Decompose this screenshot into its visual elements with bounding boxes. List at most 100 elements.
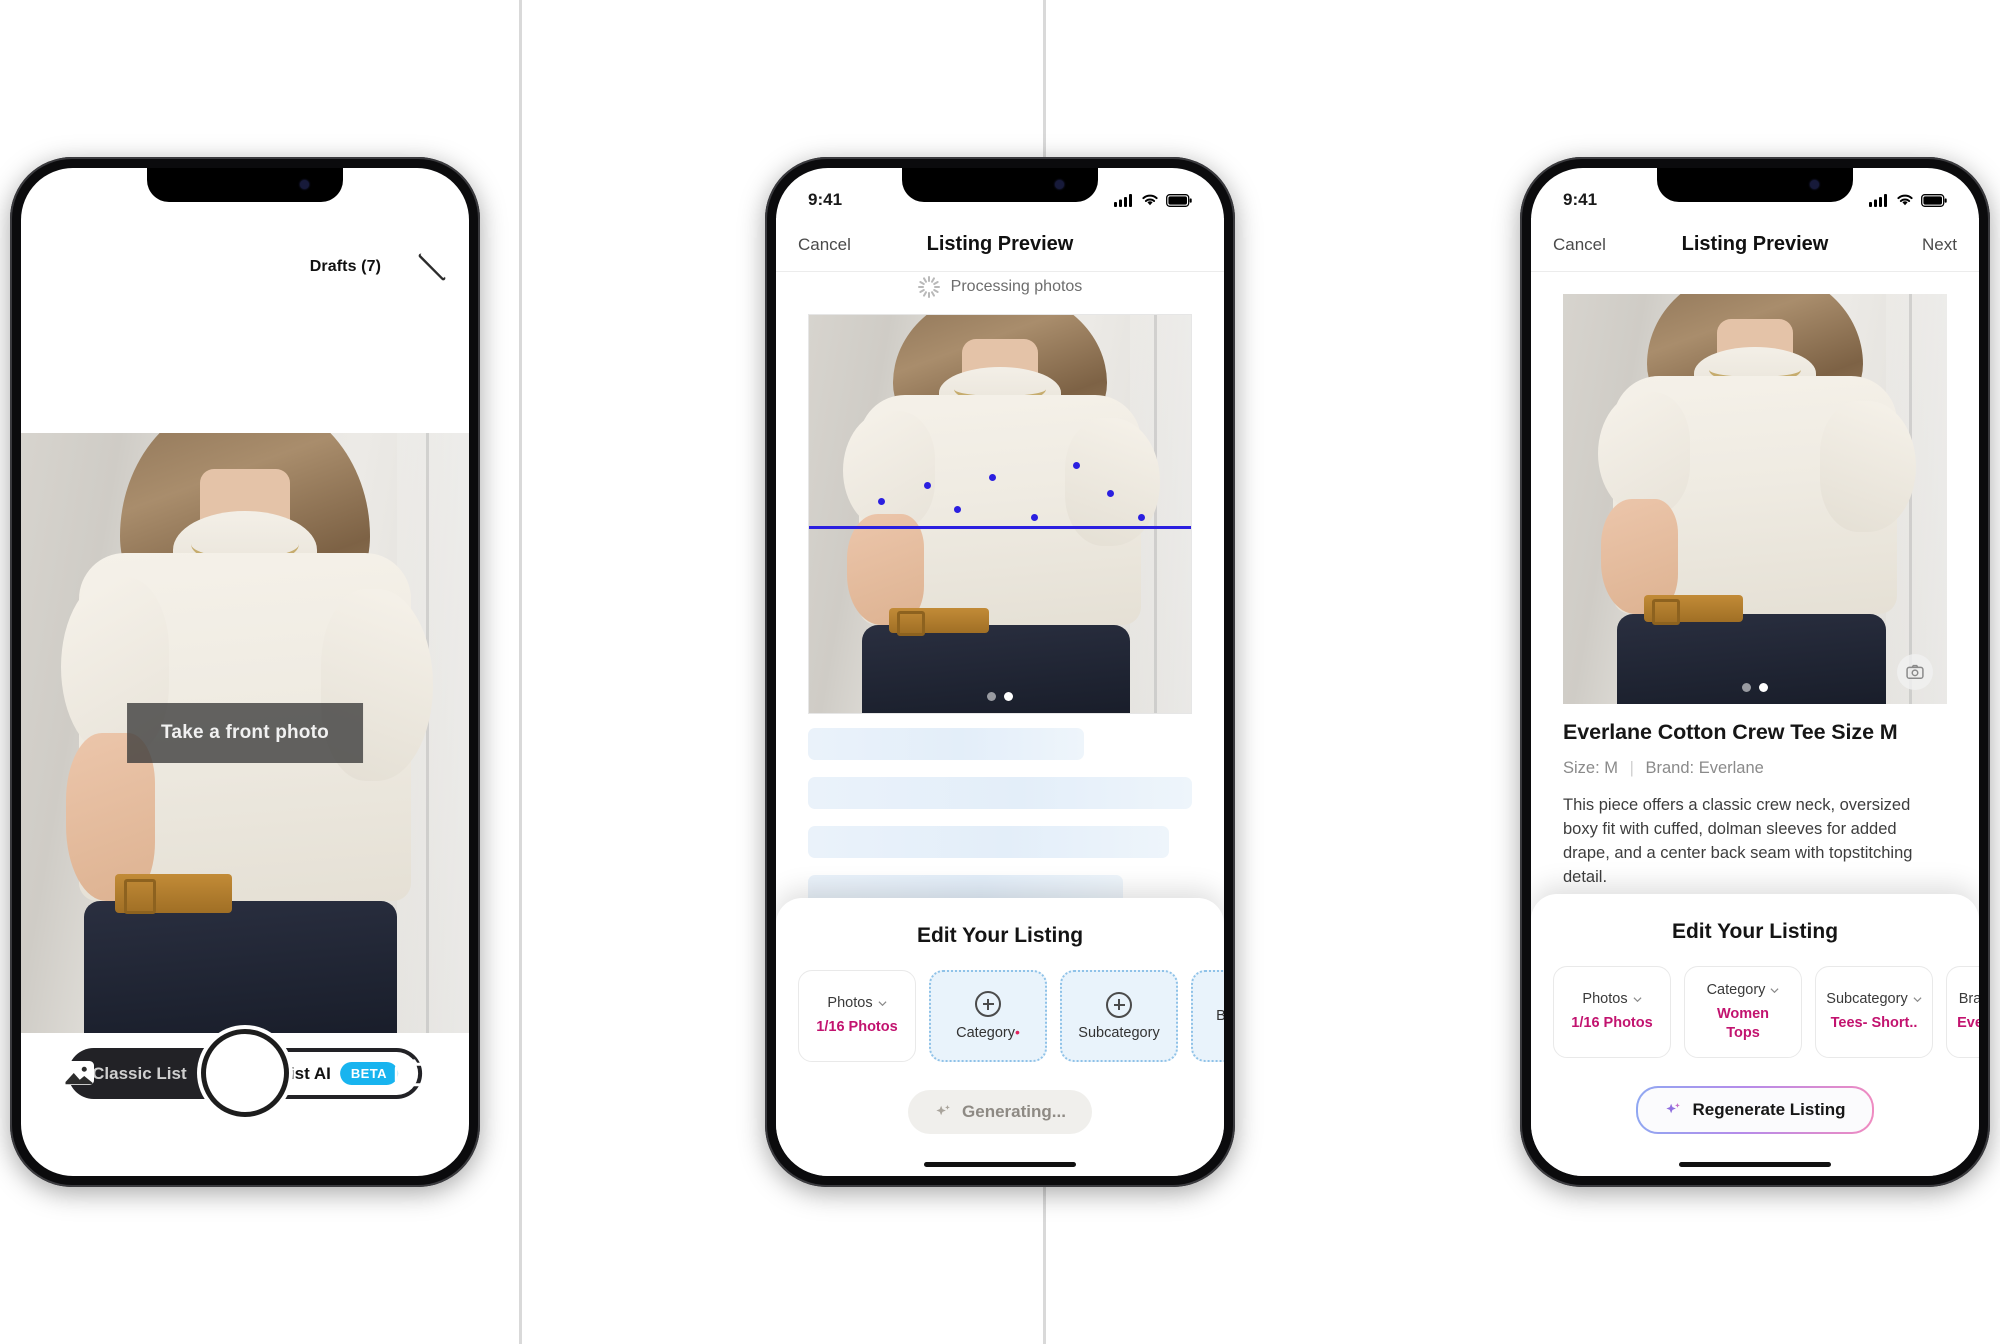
battery-icon	[1921, 193, 1947, 207]
attribute-chip-row[interactable]: Photos 1/16 Photos Category Women Tops S…	[1531, 966, 1979, 1062]
ai-detection-line	[809, 525, 1191, 529]
photo-pager[interactable]	[1742, 683, 1768, 692]
ai-detection-point	[1030, 514, 1038, 521]
ai-detection-point	[877, 498, 885, 506]
chip-subcategory[interactable]: Subcategory Tees- Short..	[1815, 966, 1933, 1058]
attribute-chip-row[interactable]: Photos 1/16 Photos Category• Subcategory…	[776, 970, 1224, 1066]
flash-off-icon[interactable]	[417, 252, 447, 282]
processing-status: Processing photos	[776, 276, 1224, 298]
ai-detection-point	[1072, 462, 1080, 470]
listing-photo-carousel[interactable]	[1563, 294, 1947, 704]
shutter-button[interactable]	[201, 1029, 289, 1117]
chip-label: Category	[1706, 982, 1766, 999]
chevron-down-icon	[1633, 997, 1642, 1003]
chip-subcategory-value: Tees- Short..	[1830, 1015, 1918, 1032]
camera-controls	[21, 1018, 469, 1128]
close-x-icon[interactable]	[43, 256, 71, 284]
pager-dot-active[interactable]	[1004, 692, 1013, 701]
meta-divider: |	[1629, 759, 1634, 777]
nav-bar: Cancel Listing Preview	[776, 218, 1224, 272]
chip-subcategory-head: Subcategory	[1826, 991, 1922, 1008]
sheet-cta-row: Generating...	[776, 1090, 1224, 1134]
required-asterisk: •	[1014, 1024, 1020, 1040]
chevron-down-icon	[878, 1001, 887, 1007]
pager-dot[interactable]	[1742, 683, 1751, 692]
chip-category[interactable]: Category•	[929, 970, 1047, 1062]
notch	[1657, 168, 1853, 202]
camera-flip-icon[interactable]	[393, 1055, 429, 1091]
generating-button: Generating...	[908, 1090, 1092, 1134]
battery-icon	[1166, 193, 1192, 207]
sparkle-icon	[936, 1104, 950, 1115]
ai-detection-point	[1106, 490, 1114, 498]
camera-viewfinder[interactable]: Take a front photo	[21, 433, 469, 1033]
page-title: Listing Preview	[1681, 233, 1829, 255]
pager-dot[interactable]	[987, 692, 996, 701]
signal-bars-icon	[1869, 194, 1887, 207]
viewfinder-hint: Take a front photo	[127, 703, 363, 763]
chip-brand-partial[interactable]: B	[1191, 970, 1224, 1062]
gallery-icon[interactable]	[61, 1055, 97, 1091]
product-meta: Size: M | Brand: Everlane	[1563, 759, 1947, 778]
sparkle-icon	[1666, 1102, 1681, 1113]
chevron-down-icon	[1770, 988, 1779, 994]
add-circle-icon	[975, 991, 1001, 1017]
skeleton-bar	[808, 826, 1169, 858]
product-description: This piece offers a classic crew neck, o…	[1563, 796, 1913, 886]
ai-detection-point	[988, 474, 996, 482]
listing-photo	[809, 315, 1191, 713]
chip-photos[interactable]: Photos 1/16 Photos	[798, 970, 916, 1062]
generating-label: Generating...	[962, 1102, 1066, 1121]
wifi-icon	[1897, 194, 1913, 206]
notch	[147, 168, 343, 202]
product-size: Size: M	[1563, 759, 1619, 777]
spinner-icon	[917, 276, 940, 298]
chip-subcategory[interactable]: Subcategory	[1060, 970, 1178, 1062]
chip-photos-value: 1/16 Photos	[816, 1019, 898, 1036]
photo-pager[interactable]	[987, 692, 1013, 701]
chip-brand-partial[interactable]: Bra Eve	[1946, 966, 1979, 1058]
product-title: Everlane Cotton Crew Tee Size M	[1563, 720, 1898, 744]
chip-brand-value: Eve	[1957, 1015, 1979, 1032]
drafts-button[interactable]: Drafts (7)	[293, 250, 397, 284]
chip-photos[interactable]: Photos 1/16 Photos	[1553, 966, 1671, 1058]
regenerate-label: Regenerate Listing	[1692, 1100, 1846, 1119]
chip-category-label: Category•	[956, 1024, 1020, 1041]
chip-subcategory-label: Subcategory	[1078, 1024, 1160, 1041]
chip-photos-value: 1/16 Photos	[1571, 1015, 1653, 1032]
phone-2-processing: 9:41 Cancel Listing Preview Processing p…	[765, 157, 1235, 1187]
chip-brand-label: B	[1216, 1008, 1224, 1024]
phone-3-listing-detail: 9:41 Cancel Listing Preview Next Everlan…	[1520, 157, 1990, 1187]
listing-preview-processing-screen: 9:41 Cancel Listing Preview Processing p…	[776, 168, 1224, 1176]
product-brand: Brand: Everlane	[1645, 759, 1764, 777]
cancel-button[interactable]: Cancel	[1553, 235, 1609, 255]
edit-listing-sheet: Edit Your Listing Photos 1/16 Photos Cat…	[776, 898, 1224, 1176]
signal-bars-icon	[1114, 194, 1132, 207]
processing-text: Processing photos	[950, 278, 1083, 295]
cancel-button[interactable]: Cancel	[798, 235, 854, 255]
skeleton-bar	[808, 728, 1085, 760]
front-camera-dot	[1810, 180, 1819, 189]
photo-preview[interactable]	[808, 314, 1192, 714]
chevron-down-icon	[1913, 997, 1922, 1003]
next-button[interactable]: Next	[1901, 235, 1957, 255]
chip-category[interactable]: Category Women Tops	[1684, 966, 1802, 1058]
notch	[902, 168, 1098, 202]
home-indicator	[1679, 1162, 1831, 1167]
sheet-cta-row: Regenerate Listing	[1531, 1086, 1979, 1134]
home-indicator	[169, 1162, 321, 1167]
add-photo-button[interactable]	[1897, 654, 1933, 690]
pager-dot-active[interactable]	[1759, 683, 1768, 692]
add-circle-icon	[1106, 991, 1132, 1018]
phone-1-camera: Drafts (7) Take a front photo Classic Li…	[10, 157, 480, 1187]
camera-icon	[1906, 664, 1924, 679]
ai-detection-point	[923, 482, 931, 490]
skeleton-bar	[808, 777, 1192, 809]
chip-category-value: Women Tops	[1716, 1006, 1770, 1041]
sheet-title: Edit Your Listing	[1671, 920, 1839, 943]
chip-category-head: Category	[1707, 982, 1780, 998]
regenerate-listing-button[interactable]: Regenerate Listing	[1636, 1086, 1873, 1134]
screenshot-stage: Drafts (7) Take a front photo Classic Li…	[0, 0, 2000, 1344]
listing-preview-detail-screen: 9:41 Cancel Listing Preview Next Everlan…	[1531, 168, 1979, 1176]
chip-label: Subcategory	[1826, 991, 1908, 1008]
